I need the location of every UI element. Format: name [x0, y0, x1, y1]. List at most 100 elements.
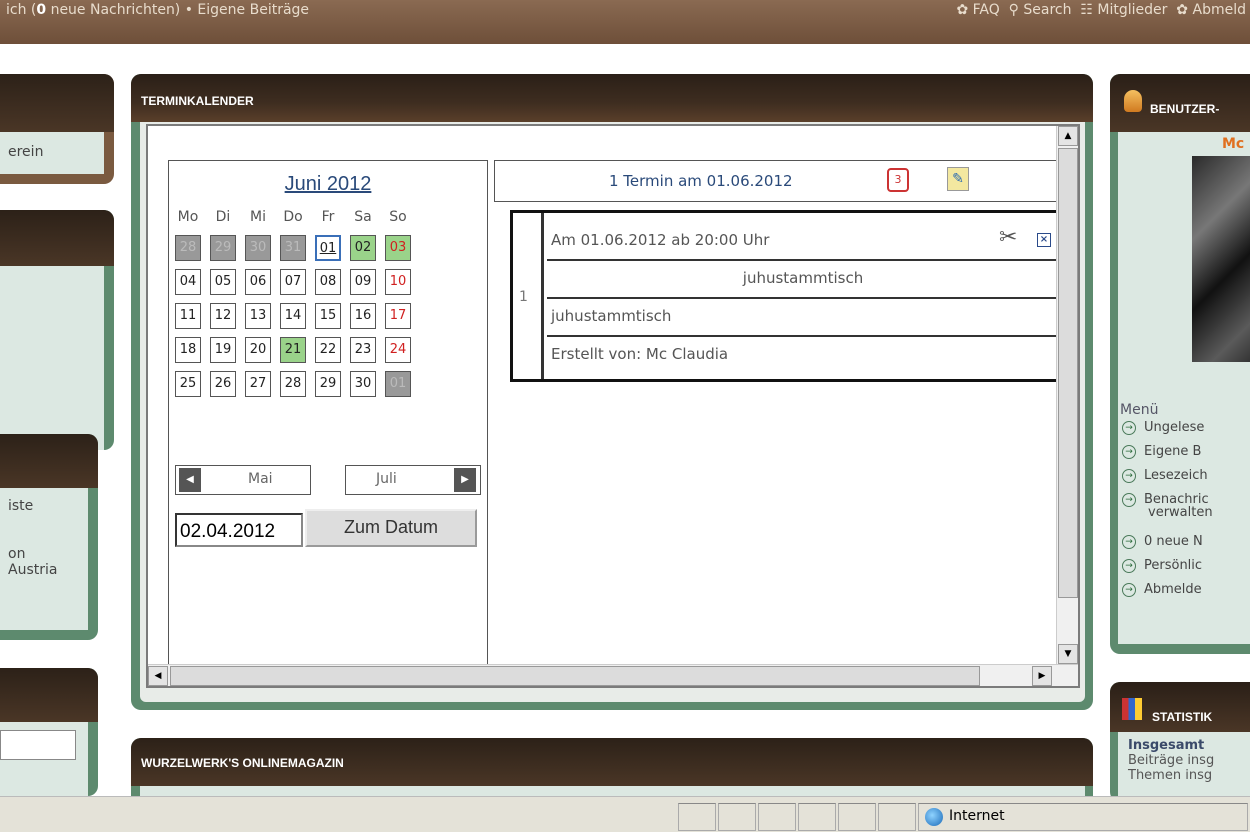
event-title-row: juhustammtisch: [547, 263, 1059, 299]
calendar-day[interactable]: 01: [315, 235, 341, 261]
calendar-day[interactable]: 02: [350, 235, 376, 261]
user-menu-item[interactable]: → Eigene B: [1122, 444, 1201, 459]
calendar-day[interactable]: 30: [245, 235, 271, 261]
calendar-day[interactable]: 05: [210, 269, 236, 295]
calendar-day-icon[interactable]: 3: [887, 168, 909, 192]
user-menu-item[interactable]: → Benachric verwalten: [1122, 492, 1213, 520]
username-link[interactable]: Mc: [1222, 136, 1244, 152]
user-menu-item-label: Abmelde: [1144, 582, 1202, 597]
calendar-day[interactable]: 07: [280, 269, 306, 295]
menu-label: Menü: [1120, 402, 1159, 418]
calendar-day[interactable]: 26: [210, 371, 236, 397]
status-cell: [678, 803, 716, 831]
calendar-day[interactable]: 25: [175, 371, 201, 397]
user-menu-item-label: 0 neue N: [1144, 534, 1203, 549]
calendar-day[interactable]: 17: [385, 303, 411, 329]
delete-icon[interactable]: ×: [1037, 233, 1051, 247]
user-menu-item[interactable]: → Ungelese: [1122, 420, 1204, 435]
calendar-day[interactable]: 08: [315, 269, 341, 295]
calendar-day[interactable]: 01: [385, 371, 411, 397]
calendar-day[interactable]: 29: [210, 235, 236, 261]
arrow-circle-icon: →: [1122, 420, 1136, 435]
weekday-header: Do: [283, 209, 303, 225]
calendar-day[interactable]: 15: [315, 303, 341, 329]
event-description: juhustammtisch: [551, 307, 672, 325]
date-input[interactable]: 02.04.2012: [175, 513, 303, 547]
sidebar-link-liste[interactable]: iste: [8, 498, 88, 514]
calendar-day[interactable]: 30: [350, 371, 376, 397]
next-month-button[interactable]: Juli ▶: [345, 465, 481, 495]
scroll-right-icon[interactable]: ▶: [1032, 666, 1052, 686]
own-posts-link[interactable]: neue Nachrichten) • Eigene Beiträge: [46, 2, 309, 18]
calendar-day[interactable]: 16: [350, 303, 376, 329]
calendar-day[interactable]: 06: [245, 269, 271, 295]
calendar-day[interactable]: 23: [350, 337, 376, 363]
weekday-header: Di: [215, 209, 231, 225]
sidebar-input[interactable]: [0, 730, 76, 760]
arrow-circle-icon: →: [1122, 558, 1136, 573]
calendar-day[interactable]: 10: [385, 269, 411, 295]
search-link[interactable]: Search: [1023, 2, 1071, 18]
edit-tools-icon[interactable]: ✂: [999, 225, 1017, 250]
calendar-day[interactable]: 14: [280, 303, 306, 329]
user-menu-item[interactable]: → Lesezeich: [1122, 468, 1208, 483]
calendar-day[interactable]: 09: [350, 269, 376, 295]
user-menu-item[interactable]: → Persönlic: [1122, 558, 1202, 573]
prev-month-label: Mai: [248, 471, 273, 487]
status-cell: [878, 803, 916, 831]
search-icon: ⚲: [1004, 2, 1019, 18]
calendar-day[interactable]: 20: [245, 337, 271, 363]
calendar-day[interactable]: 28: [280, 371, 306, 397]
calendar-day[interactable]: 12: [210, 303, 236, 329]
calendar-day[interactable]: 31: [280, 235, 306, 261]
new-messages-count: 0: [36, 2, 47, 18]
members-link[interactable]: Mitglieder: [1097, 2, 1167, 18]
calendar-day[interactable]: 21: [280, 337, 306, 363]
iframe-horizontal-scrollbar[interactable]: ◀ ▶: [148, 664, 1078, 686]
logout-link[interactable]: Abmeld: [1193, 2, 1247, 18]
scroll-up-icon[interactable]: ▲: [1058, 126, 1078, 146]
calendar-day[interactable]: 29: [315, 371, 341, 397]
event-title: juhustammtisch: [742, 269, 864, 287]
members-icon: ☷: [1075, 2, 1093, 18]
scroll-down-icon[interactable]: ▼: [1058, 644, 1078, 664]
user-menu-item-label: Ungelese: [1144, 420, 1205, 435]
stats-panel: STATISTIK Insgesamt Beiträge insg Themen…: [1110, 682, 1250, 802]
event-list-title: 1 Termin am 01.06.2012: [609, 172, 793, 190]
calendar-day[interactable]: 24: [385, 337, 411, 363]
user-menu-item[interactable]: → Abmelde: [1122, 582, 1202, 597]
calendar-day[interactable]: 11: [175, 303, 201, 329]
goto-date-button[interactable]: Zum Datum: [305, 509, 477, 547]
event-author-row: Erstellt von: Mc Claudia: [547, 339, 1059, 375]
calendar-day[interactable]: 27: [245, 371, 271, 397]
user-menu-item[interactable]: → 0 neue N: [1122, 534, 1203, 549]
avatar[interactable]: [1192, 156, 1250, 362]
edit-note-icon[interactable]: ✎: [947, 167, 969, 191]
calendar-day[interactable]: 22: [315, 337, 341, 363]
iframe-vertical-scrollbar[interactable]: ▲ ▼: [1056, 126, 1078, 666]
prev-month-button[interactable]: ◀ Mai: [175, 465, 311, 495]
user-menu-item-label: Persönlic: [1144, 558, 1203, 573]
scroll-left-icon[interactable]: ◀: [148, 666, 168, 686]
arrow-left-icon: ◀: [179, 468, 201, 492]
sidebar-link-verein[interactable]: erein: [0, 132, 104, 174]
faq-icon: ✿: [956, 2, 969, 18]
vertical-scroll-thumb[interactable]: [1058, 148, 1078, 598]
calendar-day[interactable]: 04: [175, 269, 201, 295]
event-when: Am 01.06.2012 ab 20:00 Uhr: [551, 231, 770, 249]
calendar-day[interactable]: 18: [175, 337, 201, 363]
faq-link[interactable]: FAQ: [973, 2, 1000, 18]
left-panel-1: erein: [0, 74, 114, 184]
calendar-day[interactable]: 13: [245, 303, 271, 329]
month-title-link[interactable]: Juni 2012: [169, 173, 487, 196]
arrow-circle-icon: →: [1122, 444, 1136, 459]
calendar-day[interactable]: 19: [210, 337, 236, 363]
weekday-header: Mi: [250, 209, 266, 225]
horizontal-scroll-thumb[interactable]: [170, 666, 980, 686]
calendar-day[interactable]: 28: [175, 235, 201, 261]
calendar-day[interactable]: 03: [385, 235, 411, 261]
weekday-header: Mo: [177, 209, 199, 225]
event-when-row: Am 01.06.2012 ab 20:00 Uhr ✂ ×: [547, 221, 1059, 261]
left-panel-3: iste on Austria: [0, 434, 98, 640]
arrow-circle-icon: →: [1122, 492, 1136, 507]
